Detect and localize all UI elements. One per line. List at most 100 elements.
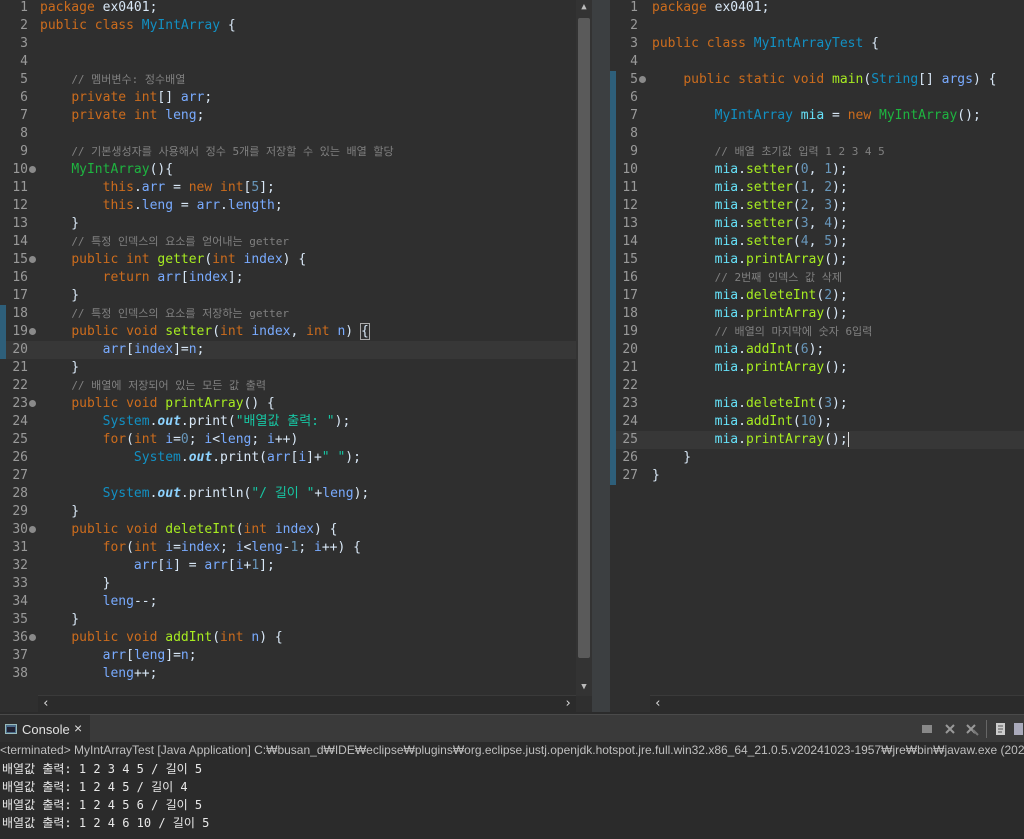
code-line[interactable]: 14 // 특정 인덱스의 요소를 얻어내는 getter [0,233,592,251]
line-number: 38 [12,666,28,681]
code-line[interactable]: 21 mia.printArray(); [610,359,1024,377]
split-divider[interactable] [592,0,610,712]
scroll-up-icon[interactable]: ▲ [576,2,592,12]
code-line[interactable]: 7 private int leng; [0,107,592,125]
code-line[interactable]: 13 mia.setter(3, 4); [610,215,1024,233]
code-line[interactable]: 24 System.out.print("배열값 출력: "); [0,413,592,431]
code-line[interactable]: 5 public static void main(String[] args)… [610,71,1024,89]
code-line[interactable]: 17 mia.deleteInt(2); [610,287,1024,305]
tab-console[interactable]: Console × [0,715,90,743]
code-line[interactable]: 15 mia.printArray(); [610,251,1024,269]
remove-launch-icon[interactable] [943,722,957,736]
code-line[interactable]: 32 arr[i] = arr[i+1]; [0,557,592,575]
code-line[interactable]: 28 System.out.println("/ 길이 "+leng); [0,485,592,503]
line-number: 30 [12,522,28,537]
code-line[interactable]: 2 [610,17,1024,35]
code-line[interactable]: 19 // 배열의 마지막에 숫자 6입력 [610,323,1024,341]
code-line[interactable]: 27} [610,467,1024,485]
fold-toggle-icon[interactable] [639,76,646,83]
code-line[interactable]: 16 // 2번째 인덱스 값 삭제 [610,269,1024,287]
code-line[interactable]: 25 mia.printArray(); [610,431,1024,449]
code-line[interactable]: 12 mia.setter(2, 3); [610,197,1024,215]
console-output[interactable]: 배열값 출력: 1 2 3 4 5 / 길이 5 배열값 출력: 1 2 4 5… [0,759,1024,839]
clear-console-icon[interactable] [994,722,1008,736]
right-editor-pane[interactable]: 1 package ex0401; 2 3 public class MyIntArra… [610,0,1024,712]
code-line[interactable]: 1 package ex0401; [0,0,592,17]
code-line[interactable]: 22 // 배열에 저장되어 있는 모든 값 출력 [0,377,592,395]
scroll-left-icon[interactable]: ‹ [654,696,662,712]
code-line[interactable]: 4 [0,53,592,71]
code-line[interactable]: 20 arr[index]=n; [0,341,592,359]
line-number: 12 [622,198,638,213]
fold-toggle-icon[interactable] [29,526,36,533]
code-line[interactable]: 2 public class MyIntArray { [0,17,592,35]
fold-toggle-icon[interactable] [29,328,36,335]
code-line[interactable]: 9 // 기본생성자를 사용해서 정수 5개를 저장할 수 있는 배열 할당 [0,143,592,161]
scroll-lock-icon[interactable] [1012,722,1024,736]
code-line[interactable]: 35 } [0,611,592,629]
left-vertical-scrollbar[interactable]: ▲ ▼ [576,0,592,696]
code-line[interactable]: 30 public void deleteInt(int index) { [0,521,592,539]
code-line[interactable]: 34 leng--; [0,593,592,611]
code-line[interactable]: 26 } [610,449,1024,467]
code-line[interactable]: 1 package ex0401; [610,0,1024,17]
code-line[interactable]: 5 // 멤버변수: 정수배열 [0,71,592,89]
code-line[interactable]: 3 [0,35,592,53]
code-line[interactable]: 22 [610,377,1024,395]
fold-toggle-icon[interactable] [29,256,36,263]
code-line[interactable]: 14 mia.setter(4, 5); [610,233,1024,251]
code-line[interactable]: 4 [610,53,1024,71]
code-line[interactable]: 24 mia.addInt(10); [610,413,1024,431]
code-line[interactable]: 16 return arr[index]; [0,269,592,287]
code-line[interactable]: 7 MyIntArray mia = new MyIntArray(); [610,107,1024,125]
right-horizontal-scrollbar[interactable]: ‹ [650,695,1024,712]
left-horizontal-scrollbar[interactable]: ‹ › [38,695,576,712]
left-editor-pane[interactable]: 1 package ex0401; 2 public class MyIntArray… [0,0,592,712]
code-line[interactable]: 27 [0,467,592,485]
fold-toggle-icon[interactable] [29,166,36,173]
code-line[interactable]: 13 } [0,215,592,233]
code-line[interactable]: 8 [610,125,1024,143]
code-text: package ex0401; [40,0,158,15]
code-line[interactable]: 9 // 배열 초기값 입력 1 2 3 4 5 [610,143,1024,161]
scroll-right-icon[interactable]: › [564,696,572,712]
code-line[interactable]: 6 private int[] arr; [0,89,592,107]
close-icon[interactable]: × [74,720,82,736]
code-line[interactable]: 37 arr[leng]=n; [0,647,592,665]
remove-all-terminated-icon[interactable] [965,722,979,736]
code-line[interactable]: 36 public void addInt(int n) { [0,629,592,647]
scroll-left-icon[interactable]: ‹ [42,696,50,712]
code-text: // 기본생성자를 사용해서 정수 5개를 저장할 수 있는 배열 할당 [71,145,394,158]
code-line[interactable]: 38 leng++; [0,665,592,683]
code-line[interactable]: 31 for(int i=index; i<leng-1; i++) { [0,539,592,557]
code-line[interactable]: 6 [610,89,1024,107]
code-line[interactable]: 11 this.arr = new int[5]; [0,179,592,197]
code-line[interactable]: 23 mia.deleteInt(3); [610,395,1024,413]
code-line[interactable]: 15 public int getter(int index) { [0,251,592,269]
scrollbar-thumb[interactable] [578,18,590,658]
code-line[interactable]: 8 [0,125,592,143]
code-line[interactable]: 29 } [0,503,592,521]
code-line[interactable]: 11 mia.setter(1, 2); [610,179,1024,197]
code-line[interactable]: 10 MyIntArray(){ [0,161,592,179]
terminate-icon[interactable] [920,722,934,736]
code-line[interactable]: 18 mia.printArray(); [610,305,1024,323]
code-line[interactable]: 12 this.leng = arr.length; [0,197,592,215]
line-number: 27 [12,468,28,483]
code-line[interactable]: 17 } [0,287,592,305]
code-line[interactable]: 10 mia.setter(0, 1); [610,161,1024,179]
line-number: 9 [20,144,28,159]
code-line[interactable]: 18 // 특정 인덱스의 요소를 저장하는 getter [0,305,592,323]
code-line[interactable]: 20 mia.addInt(6); [610,341,1024,359]
code-line[interactable]: 26 System.out.print(arr[i]+" "); [0,449,592,467]
fold-toggle-icon[interactable] [29,400,36,407]
code-line[interactable]: 21 } [0,359,592,377]
code-line[interactable]: 33 } [0,575,592,593]
code-line[interactable]: 3 public class MyIntArrayTest { [610,35,1024,53]
fold-toggle-icon[interactable] [29,634,36,641]
code-line[interactable]: 19 public void setter(int index, int n) … [0,323,592,341]
code-line[interactable]: 25 for(int i=0; i<leng; i++) [0,431,592,449]
line-number: 23 [12,396,28,411]
code-line[interactable]: 23 public void printArray() { [0,395,592,413]
scroll-down-icon[interactable]: ▼ [576,682,592,692]
